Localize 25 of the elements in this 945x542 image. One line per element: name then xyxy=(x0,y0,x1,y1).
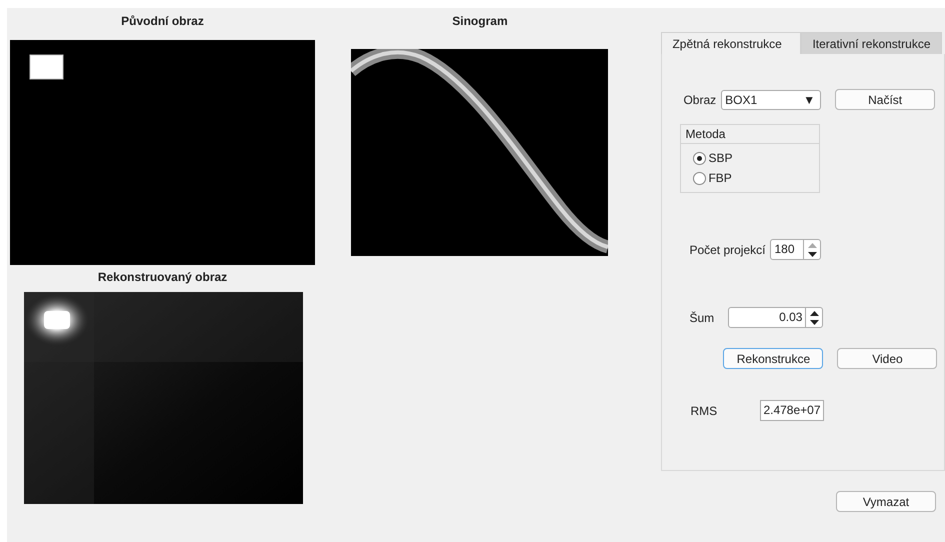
plot-title: Sinogram xyxy=(451,14,509,28)
up-arrow-icon[interactable] xyxy=(808,308,821,318)
noise-label: Šum xyxy=(689,310,716,324)
down-arrow-icon[interactable] xyxy=(806,250,819,258)
image-dropdown[interactable]: BOX1 ▼ xyxy=(721,90,822,110)
load-button[interactable]: Načíst xyxy=(835,89,936,110)
rms-field: 2.478e+07 xyxy=(760,400,824,421)
radio-button[interactable] xyxy=(693,152,706,164)
radio-button[interactable] xyxy=(693,172,706,184)
action-button[interactable]: Video xyxy=(837,348,938,369)
option-label: SBP xyxy=(708,151,732,165)
projections-label: Počet projekcí xyxy=(689,242,766,256)
clear-button[interactable]: Vymazat xyxy=(836,491,936,512)
plot-title: Rekonstruovaný obraz xyxy=(96,270,228,284)
image-label: Obraz xyxy=(683,92,716,106)
noise-spinner[interactable]: 0.03 xyxy=(728,307,824,328)
option-label: FBP xyxy=(708,171,732,185)
down-arrow-icon[interactable] xyxy=(808,318,821,326)
plot-title: Původní obraz xyxy=(120,14,205,28)
tab[interactable]: Iterativní rekonstrukce xyxy=(801,32,942,54)
rms-label: RMS xyxy=(690,404,718,418)
tab[interactable]: Zpětná rekonstrukce xyxy=(661,32,802,54)
action-button[interactable]: Rekonstrukce xyxy=(723,348,824,369)
group-title: Metoda xyxy=(681,125,820,144)
projections-spinner[interactable]: 180 xyxy=(770,239,822,260)
